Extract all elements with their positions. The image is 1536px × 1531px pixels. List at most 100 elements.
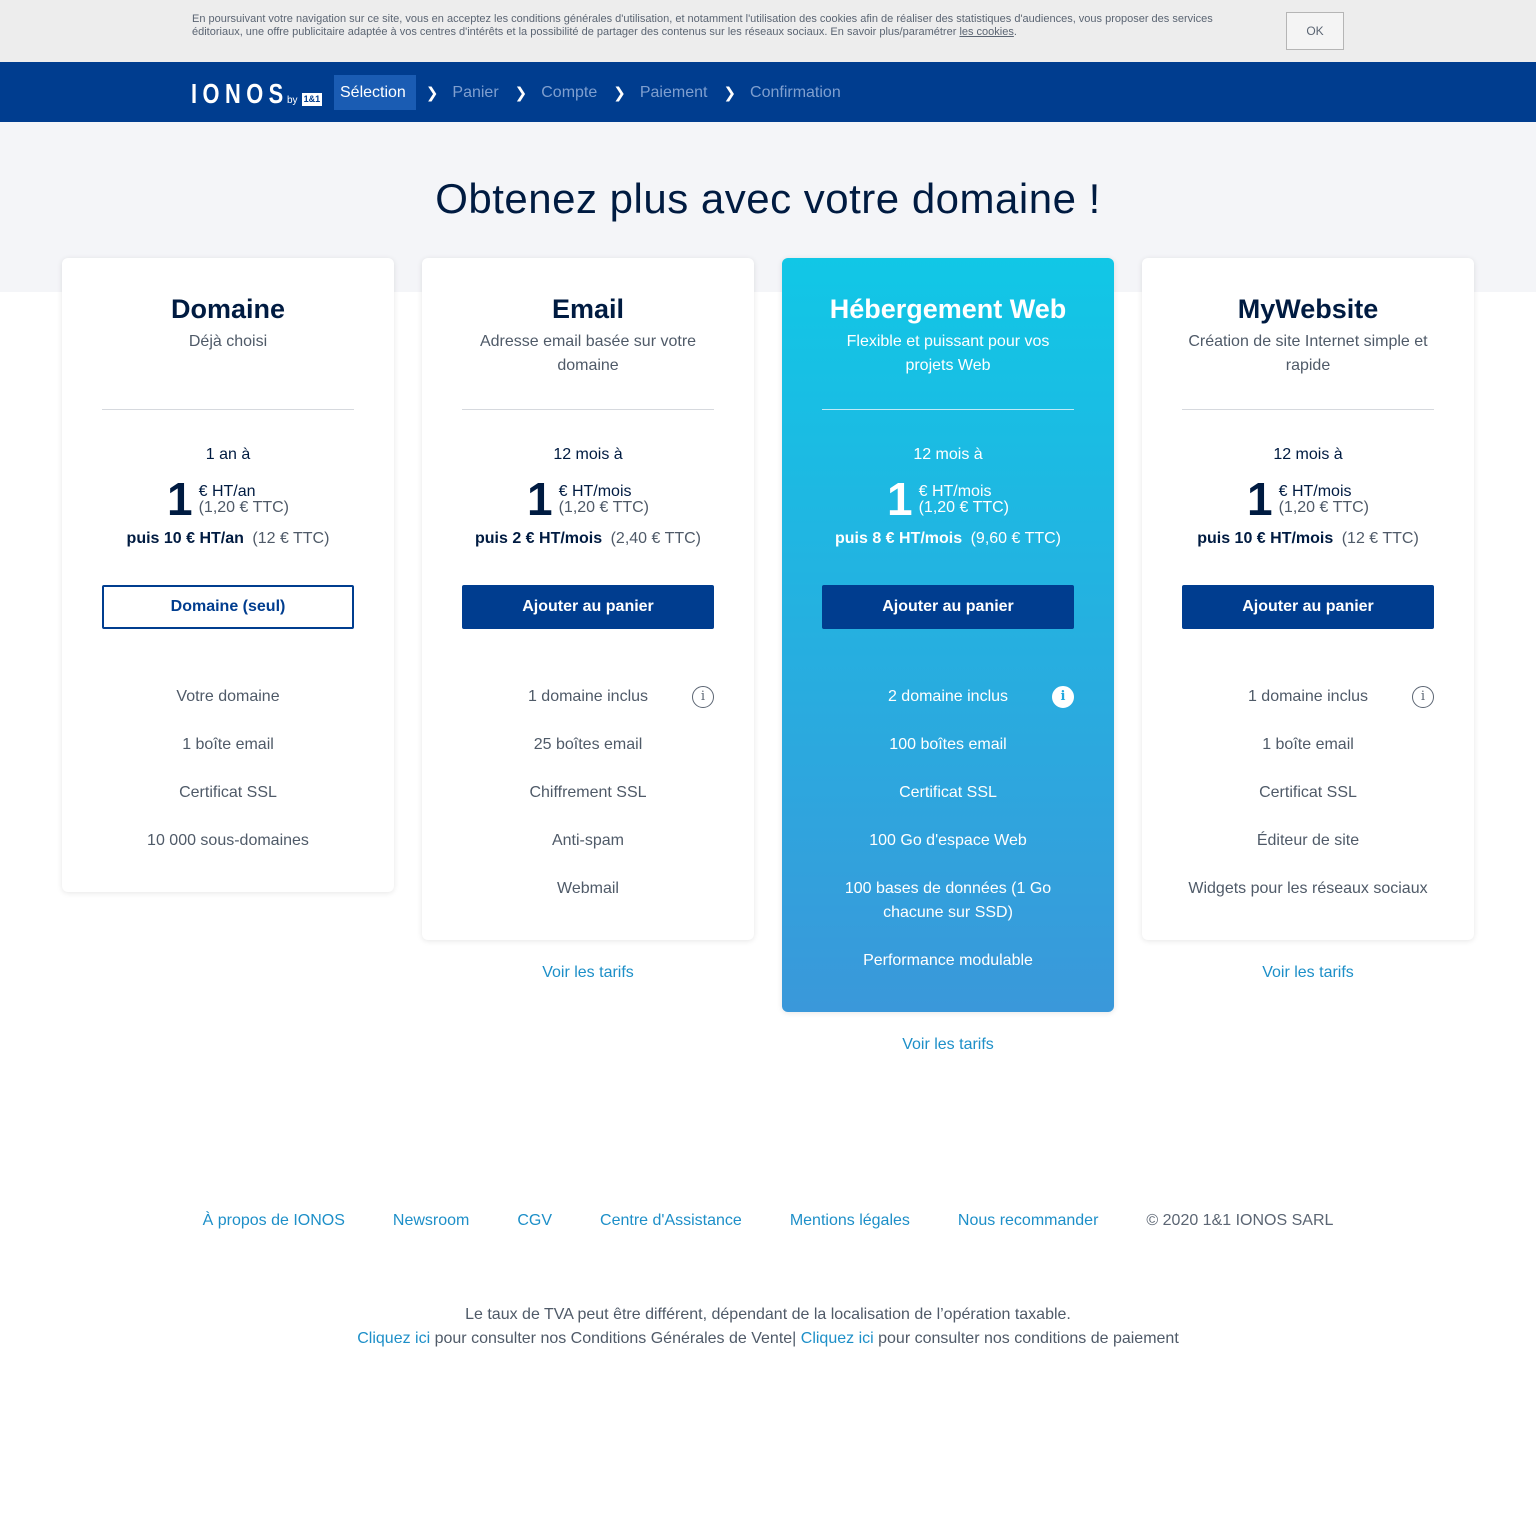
feature-item: 100 Go d'espace Web [869,832,1027,849]
step-confirmation[interactable]: Confirmation [744,75,847,110]
chevron-right-icon: ❯ [613,84,626,102]
footer-link-newsroom[interactable]: Newsroom [393,1212,469,1230]
feature-item: 25 boîtes email [533,736,643,753]
price-then-ttc: (2,40 € TTC) [610,530,701,547]
logo-by: by [287,95,298,106]
card-email: Email Adresse email basée sur votre doma… [422,258,754,940]
info-icon[interactable]: i [692,686,714,708]
feature-item: 1 domaine inclus i [462,685,714,709]
step-compte[interactable]: Compte [535,75,603,110]
info-icon[interactable]: i [1052,686,1074,708]
price-unit-ttc: (1,20 € TTC) [918,499,1009,516]
feature-item: Performance modulable [863,952,1033,969]
see-prices-link[interactable]: Voir les tarifs [422,964,754,982]
card-subtitle: Création de site Internet simple et rapi… [1188,333,1428,374]
feature-item: Certificat SSL [899,784,997,801]
cookie-settings-link[interactable]: les cookies [959,26,1013,38]
price-amount: 1 [887,473,913,525]
footer-links: À propos de IONOS Newsroom CGV Centre d'… [0,1212,1536,1230]
chevron-right-icon: ❯ [425,84,439,102]
footer-link-cgv[interactable]: CGV [517,1212,552,1230]
footer-link-legal[interactable]: Mentions légales [790,1212,910,1230]
feature-item: Certificat SSL [179,784,277,801]
card-subtitle: Flexible et puissant pour vos projets We… [846,333,1050,374]
price-row: 1 € HT/mois (1,20 € TTC) [782,474,1114,524]
payment-click-here-link[interactable]: Cliquez ici [801,1330,874,1347]
feature-item: 2 domaine inclus i [822,685,1074,709]
feature-item: 10 000 sous-domaines [147,832,309,849]
feature-item: 100 bases de données (1 Go chacune sur S… [844,880,1052,921]
feature-text: 1 domaine inclus [1247,688,1369,705]
price-unit-ht: € HT/mois [558,483,632,500]
footer-link-about[interactable]: À propos de IONOS [203,1212,345,1230]
feature-item: 100 boîtes email [889,736,1007,753]
price-unit-ttc: (1,20 € TTC) [1278,499,1369,516]
price-row: 1 € HT/mois (1,20 € TTC) [1142,474,1474,524]
footer-link-help-center[interactable]: Centre d'Assistance [600,1212,742,1230]
cookie-end: . [1013,25,1017,38]
price-row: 1 € HT/an (1,20 € TTC) [62,474,394,524]
card-title: Domaine [170,294,286,324]
price-period: 12 mois à [553,446,623,463]
logo-1and1: 1&1 [301,93,323,106]
feature-item: Webmail [557,880,619,897]
card-title: Hébergement Web [829,294,1067,324]
add-to-cart-button[interactable]: Ajouter au panier [822,585,1074,629]
price-period: 1 an à [205,446,251,463]
feature-item: Certificat SSL [1259,784,1357,801]
price-amount: 1 [167,473,193,525]
add-to-cart-button[interactable]: Ajouter au panier [462,585,714,629]
price-then-ht: puis 10 € HT/an [126,530,244,547]
see-prices-link[interactable]: Voir les tarifs [782,1036,1114,1054]
cookie-banner: En poursuivant votre navigation sur ce s… [0,0,1536,62]
feature-item: Widgets pour les réseaux sociaux [1188,880,1428,897]
checkout-steps: Sélection ❯ Panier ❯ Compte ❯ Paiement ❯… [334,75,847,110]
price-unit-ht: € HT/mois [1278,483,1352,500]
price-amount: 1 [527,473,553,525]
feature-text: 2 domaine inclus [887,688,1009,705]
feature-item: 1 boîte email [1262,736,1354,753]
feature-item: 1 domaine inclus i [1182,685,1434,709]
price-then-ht: puis 8 € HT/mois [835,530,963,547]
card-subtitle: Adresse email basée sur votre domaine [479,333,697,374]
card-divider [102,409,354,410]
price-period: 12 mois à [1273,446,1343,463]
price-unit-ht: € HT/mois [918,483,992,500]
feature-item: 1 boîte email [182,736,274,753]
price-unit-ttc: (1,20 € TTC) [198,499,289,516]
step-paiement[interactable]: Paiement [634,75,714,110]
card-divider [1182,409,1434,410]
cookie-ok-button[interactable]: OK [1286,12,1344,50]
footer-link-recommend[interactable]: Nous recommander [958,1212,1099,1230]
feature-list: Votre domaine 1 boîte email Certificat S… [102,685,354,877]
feature-item: Anti-spam [551,832,625,849]
see-prices-link[interactable]: Voir les tarifs [1142,964,1474,982]
feature-item: Éditeur de site [1256,832,1360,849]
price-then: puis 8 € HT/mois (9,60 € TTC) [782,530,1114,548]
card-hosting: Hébergement Web Flexible et puissant pou… [782,258,1114,1012]
cgv-click-here-link[interactable]: Cliquez ici [357,1330,430,1347]
feature-list: 1 domaine inclus i 1 boîte email Certific… [1182,685,1434,925]
price-then-ht: puis 10 € HT/mois [1197,530,1334,547]
step-panier[interactable]: Panier [446,75,504,110]
card-title: MyWebsite [1237,294,1379,324]
add-to-cart-button[interactable]: Ajouter au panier [1182,585,1434,629]
price-then: puis 10 € HT/mois (12 € TTC) [1142,530,1474,548]
cookie-message: En poursuivant votre navigation sur ce s… [192,13,1213,38]
feature-list: 1 domaine inclus i 25 boîtes email Chiffr… [462,685,714,925]
price-then: puis 10 € HT/an (12 € TTC) [62,530,394,548]
price-unit: € HT/mois (1,20 € TTC) [919,474,1009,516]
price-period: 12 mois à [913,446,983,463]
step-selection[interactable]: Sélection [334,75,416,110]
card-title: Email [551,294,625,324]
domain-only-button[interactable]: Domaine (seul) [102,585,354,629]
info-icon[interactable]: i [1412,686,1434,708]
ionos-logo[interactable]: IONOS by 1&1 [191,78,323,108]
vat-notice: Le taux de TVA peut être différent, dépe… [465,1306,1071,1323]
header: IONOS by 1&1 Sélection ❯ Panier ❯ Compte… [0,62,1536,122]
card-divider [822,409,1074,410]
price-unit: € HT/an (1,20 € TTC) [199,474,289,516]
price-unit-ht: € HT/an [198,483,256,500]
cgv-text: pour consulter nos Conditions Générales … [430,1330,801,1347]
price-unit-ttc: (1,20 € TTC) [558,499,649,516]
